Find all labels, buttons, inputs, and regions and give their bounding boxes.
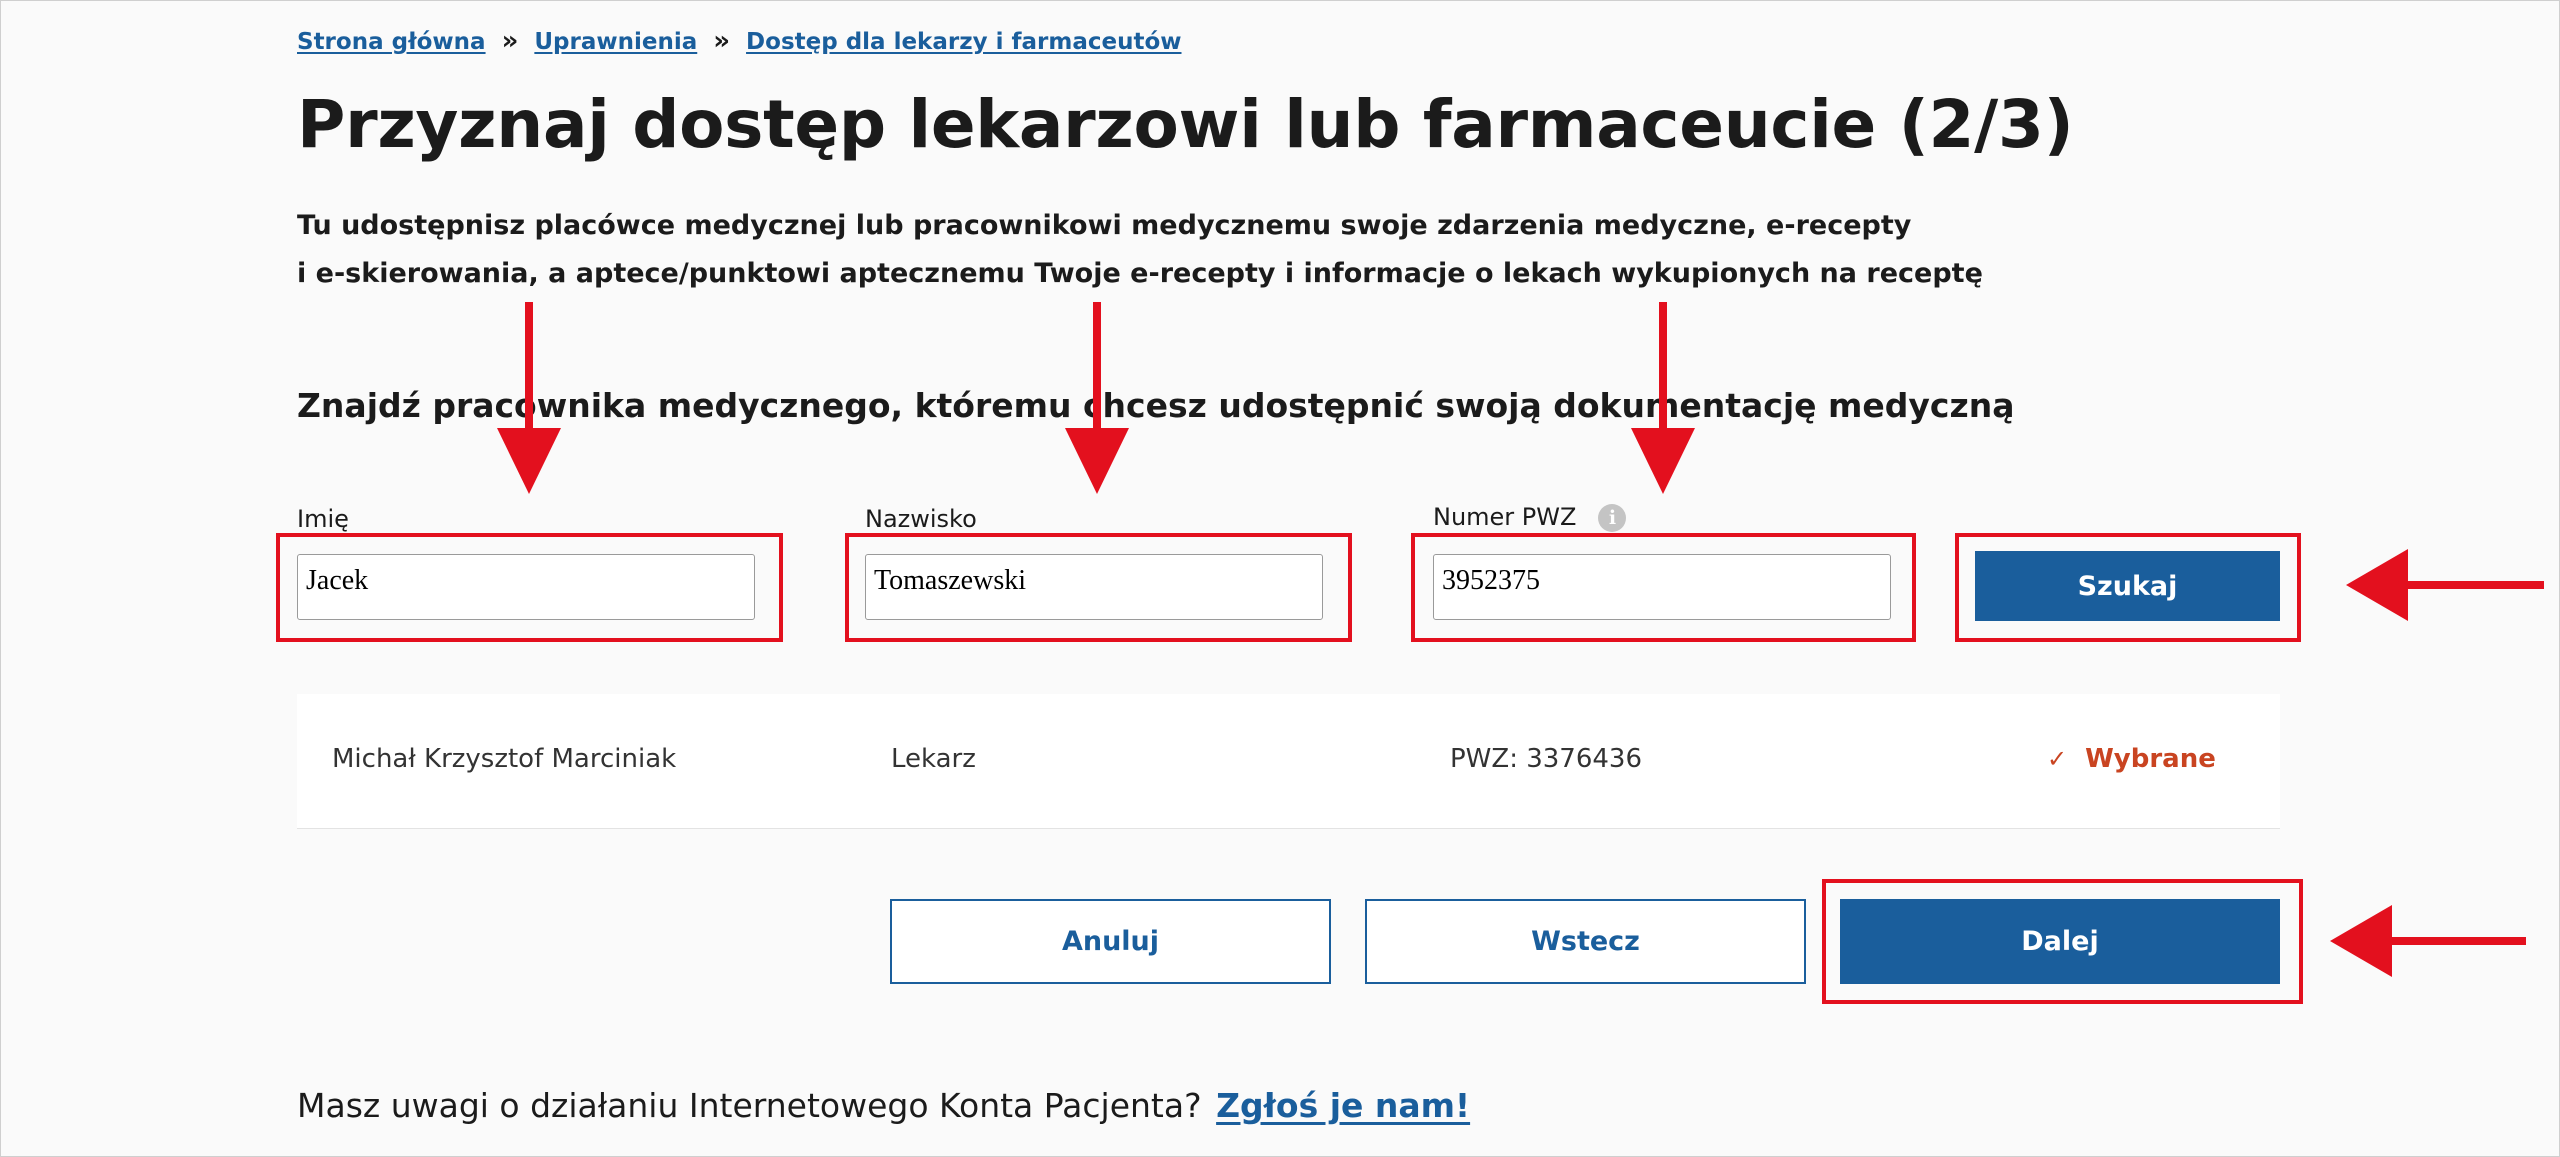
feedback-link[interactable]: Zgłoś je nam! xyxy=(1216,1086,1470,1125)
breadcrumb-separator: » xyxy=(713,26,731,56)
feedback-line: Masz uwagi o działaniu Internetowego Kon… xyxy=(297,1086,1470,1125)
breadcrumb-current-link[interactable]: Dostęp dla lekarzy i farmaceutów xyxy=(746,29,1181,55)
feedback-text: Masz uwagi o działaniu Internetowego Kon… xyxy=(297,1086,1202,1125)
intro-line-1: Tu udostępnisz placówce medycznej lub pr… xyxy=(297,210,1912,241)
result-status-label: Wybrane xyxy=(2085,744,2216,774)
pwz-label: Numer PWZ xyxy=(1433,503,1577,531)
check-icon: ✓ xyxy=(2047,745,2068,773)
cancel-button[interactable]: Anuluj xyxy=(890,899,1331,984)
search-result-row: Michał Krzysztof Marciniak Lekarz PWZ: 3… xyxy=(297,694,2280,829)
result-pwz: PWZ: 3376436 xyxy=(1450,744,1643,774)
arrow-down-icon xyxy=(1065,302,1129,494)
first-name-label: Imię xyxy=(297,505,349,533)
highlight-search-button xyxy=(1955,533,2301,642)
result-role: Lekarz xyxy=(891,744,976,774)
last-name-label: Nazwisko xyxy=(865,505,977,533)
page-intro: Tu udostępnisz placówce medycznej lub pr… xyxy=(297,202,1983,298)
breadcrumb-permissions-link[interactable]: Uprawnienia xyxy=(534,29,697,55)
highlight-next-button xyxy=(1822,879,2303,1004)
arrow-down-icon xyxy=(1631,302,1695,494)
highlight-first-name xyxy=(276,533,783,642)
result-name: Michał Krzysztof Marciniak xyxy=(332,744,677,774)
intro-line-2: i e-skierowania, a aptece/punktowi aptec… xyxy=(297,258,1983,289)
arrow-down-icon xyxy=(497,302,561,494)
back-button[interactable]: Wstecz xyxy=(1365,899,1806,984)
breadcrumb-separator: » xyxy=(501,26,519,56)
arrow-left-icon xyxy=(2346,549,2544,621)
breadcrumb-home-link[interactable]: Strona główna xyxy=(297,29,486,55)
result-status[interactable]: ✓ Wybrane xyxy=(2047,744,2216,774)
breadcrumb: Strona główna » Uprawnienia » Dostęp dla lek… xyxy=(297,26,1182,56)
highlight-pwz xyxy=(1411,533,1916,642)
page-title: Przyznaj dostęp lekarzowi lub farmaceuci… xyxy=(297,86,2074,163)
pwz-label-group: Numer PWZ i xyxy=(1433,503,1627,532)
info-icon[interactable]: i xyxy=(1598,504,1627,532)
arrow-left-icon xyxy=(2330,905,2526,977)
highlight-last-name xyxy=(845,533,1352,642)
